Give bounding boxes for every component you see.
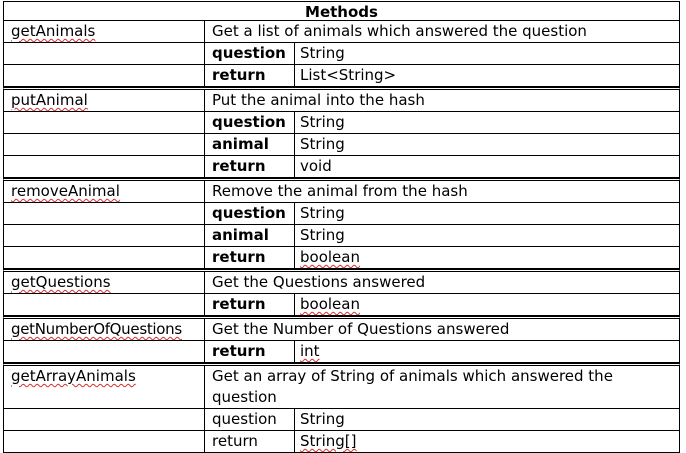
param-type: String [300, 113, 345, 131]
param-key: question [205, 112, 295, 133]
param-type: void [300, 157, 332, 175]
param-type: String[] [300, 432, 357, 450]
param-row: return String[] [205, 430, 679, 452]
method-section: getAnimals Get a list of animals which a… [3, 21, 680, 87]
param-row: question String [205, 408, 679, 430]
method-name-cell: getQuestions [4, 272, 205, 315]
method-name-cell: removeAnimal [4, 181, 205, 268]
method-description: Get the Questions answered [212, 273, 426, 291]
method-detail-cell: Put the animal into the hash question St… [205, 90, 679, 177]
method-section: getNumberOfQuestions Get the Number of Q… [3, 316, 680, 363]
param-key: return [205, 341, 295, 362]
method-name: putAnimal [11, 91, 88, 109]
method-section: getArrayAnimals Get an array of String o… [3, 363, 680, 453]
param-row: animal String [205, 224, 679, 246]
param-type: String [300, 135, 345, 153]
param-row: return boolean [205, 246, 679, 268]
param-key: animal [205, 225, 295, 246]
table-header: Methods [3, 1, 680, 21]
param-type: String [300, 410, 345, 428]
method-section: getQuestions Get the Questions answered … [3, 269, 680, 316]
param-row: question String [205, 111, 679, 133]
param-row: return void [205, 155, 679, 177]
method-name: getArrayAnimals [11, 367, 136, 385]
method-section: putAnimal Put the animal into the hash q… [3, 87, 680, 178]
method-description: Get a list of animals which answered the… [212, 22, 587, 40]
param-key: return [205, 294, 295, 315]
param-type: String [300, 204, 345, 222]
param-type: String [300, 226, 345, 244]
method-description: Get the Number of Questions answered [212, 320, 510, 338]
method-detail-cell: Get an array of String of animals which … [205, 366, 679, 452]
method-name: getAnimals [11, 22, 96, 40]
param-row: return int [205, 340, 679, 362]
method-detail-cell: Remove the animal from the hash question… [205, 181, 679, 268]
param-row: return boolean [205, 293, 679, 315]
method-description: Remove the animal from the hash [212, 182, 468, 200]
param-row: return List<String> [205, 64, 679, 86]
param-key: question [205, 203, 295, 224]
param-key: question [205, 409, 295, 430]
methods-document: Methods getAnimals Get a list of animals… [3, 1, 680, 453]
param-key: question [205, 43, 295, 64]
method-description: Put the animal into the hash [212, 91, 425, 109]
param-type: String [300, 44, 345, 62]
method-description: Get an array of String of animals which … [212, 367, 613, 406]
method-detail-cell: Get a list of animals which answered the… [205, 21, 679, 86]
param-key: return [205, 431, 295, 452]
param-type: List<String> [300, 66, 397, 84]
param-key: animal [205, 134, 295, 155]
param-type: boolean [300, 248, 360, 266]
param-key: return [205, 247, 295, 268]
method-name-cell: getArrayAnimals [4, 366, 205, 452]
param-row: animal String [205, 133, 679, 155]
method-name: getNumberOfQuestions [11, 320, 182, 338]
param-type: int [300, 342, 320, 360]
method-name: removeAnimal [11, 182, 120, 200]
method-section: removeAnimal Remove the animal from the … [3, 178, 680, 269]
param-key: return [205, 65, 295, 86]
param-row: question String [205, 42, 679, 64]
method-name-cell: putAnimal [4, 90, 205, 177]
param-type: boolean [300, 295, 360, 313]
method-name-cell: getAnimals [4, 21, 205, 86]
method-detail-cell: Get the Number of Questions answered ret… [205, 319, 679, 362]
param-row: question String [205, 202, 679, 224]
method-detail-cell: Get the Questions answered return boolea… [205, 272, 679, 315]
method-name-cell: getNumberOfQuestions [4, 319, 205, 362]
param-key: return [205, 156, 295, 177]
method-name: getQuestions [11, 273, 111, 291]
